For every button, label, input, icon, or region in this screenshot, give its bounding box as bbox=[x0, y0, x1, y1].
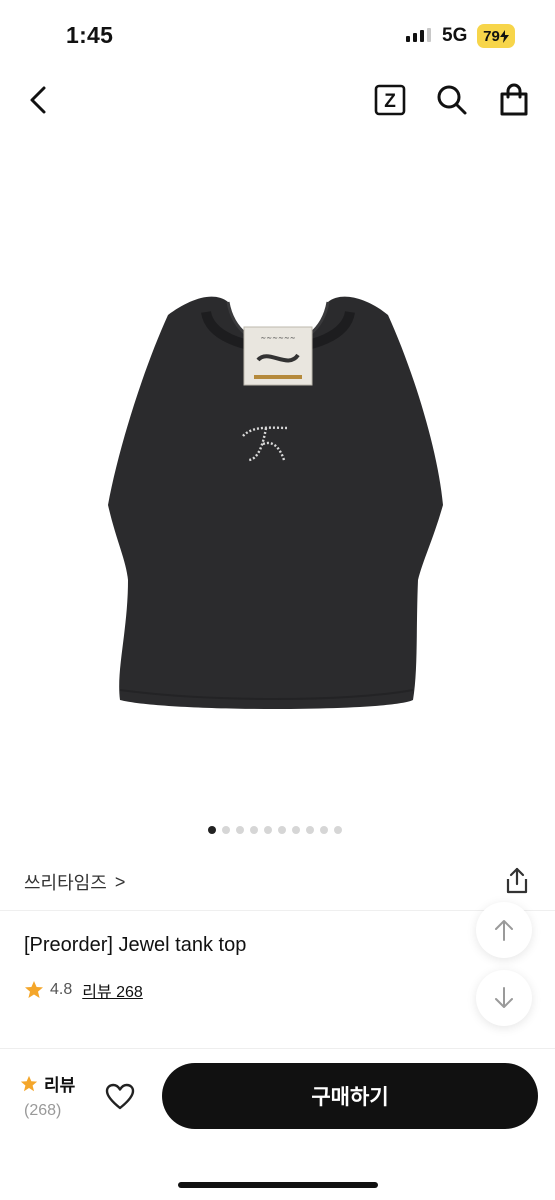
status-bar: 1:45 5G 79 bbox=[0, 0, 555, 70]
carousel-dot[interactable] bbox=[264, 826, 272, 834]
brand-chevron: > bbox=[114, 871, 126, 892]
svg-text:∼∼∼∼∼∼: ∼∼∼∼∼∼ bbox=[260, 334, 295, 342]
product-image[interactable]: ∼∼∼∼∼∼ bbox=[0, 140, 555, 800]
chevron-left-icon bbox=[30, 86, 46, 114]
carousel-indicator bbox=[208, 826, 342, 834]
carousel-dot[interactable] bbox=[320, 826, 328, 834]
rating-value: 4.8 bbox=[50, 981, 73, 998]
search-button[interactable] bbox=[432, 80, 472, 120]
share-icon bbox=[506, 867, 528, 894]
divider bbox=[0, 910, 555, 911]
product-title: [Preorder] Jewel tank top bbox=[24, 934, 247, 956]
carousel-dot[interactable] bbox=[278, 826, 286, 834]
wishlist-button[interactable] bbox=[100, 1077, 140, 1117]
z-icon: Z bbox=[374, 84, 406, 116]
bottom-review-count: (268) bbox=[24, 1102, 62, 1119]
heart-icon bbox=[105, 1083, 135, 1110]
home-indicator bbox=[178, 1182, 378, 1188]
z-icon-label: Z bbox=[384, 91, 396, 112]
battery-indicator: 79 bbox=[477, 24, 515, 48]
scroll-down-button[interactable] bbox=[476, 970, 532, 1026]
product-photo: ∼∼∼∼∼∼ bbox=[107, 296, 443, 709]
bottom-review[interactable]: 리뷰 (268) bbox=[20, 1071, 75, 1120]
rating-row: 4.8 리뷰 268 bbox=[24, 978, 143, 1002]
carousel-dot[interactable] bbox=[236, 826, 244, 834]
brand-name[interactable]: 쓰리타임즈 bbox=[24, 869, 107, 895]
signal-icon bbox=[406, 28, 431, 42]
carousel-dot[interactable] bbox=[292, 826, 300, 834]
back-button[interactable] bbox=[18, 80, 58, 120]
carousel-dot[interactable] bbox=[250, 826, 258, 834]
brand-row[interactable]: 쓰리타임즈 > bbox=[24, 866, 534, 898]
nav-bar: Z bbox=[0, 70, 555, 130]
scroll-up-button[interactable] bbox=[476, 902, 532, 958]
status-time: 1:45 bbox=[66, 22, 114, 48]
bottom-bar: 리뷰 (268) 구매하기 bbox=[0, 1048, 555, 1200]
carousel-dot[interactable] bbox=[222, 826, 230, 834]
star-icon bbox=[25, 981, 43, 998]
share-button[interactable] bbox=[502, 866, 532, 896]
charging-icon bbox=[499, 29, 509, 43]
cart-button[interactable] bbox=[494, 80, 534, 120]
arrow-up-icon bbox=[495, 920, 513, 941]
review-link[interactable]: 리뷰 268 bbox=[82, 978, 143, 1002]
shopping-bag-icon bbox=[500, 83, 528, 116]
arrow-down-icon bbox=[495, 987, 513, 1008]
carousel-dot[interactable] bbox=[306, 826, 314, 834]
search-icon bbox=[437, 85, 467, 115]
battery-level: 79 bbox=[483, 27, 500, 45]
carousel-dot[interactable] bbox=[208, 826, 216, 834]
network-label: 5G bbox=[442, 25, 468, 46]
buy-button[interactable]: 구매하기 bbox=[162, 1063, 538, 1129]
carousel-dot[interactable] bbox=[334, 826, 342, 834]
star-icon bbox=[20, 1075, 38, 1091]
z-button[interactable]: Z bbox=[370, 80, 410, 120]
bottom-review-label: 리뷰 bbox=[44, 1076, 76, 1095]
